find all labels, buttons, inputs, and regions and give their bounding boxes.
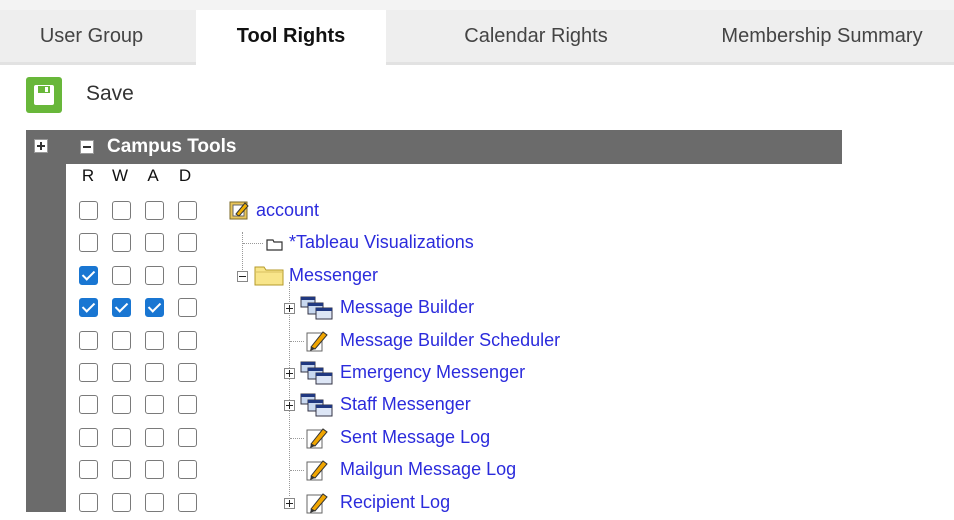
checkbox-r[interactable]: [79, 233, 98, 253]
save-label[interactable]: Save: [86, 82, 134, 106]
tree-item-label[interactable]: Recipient Log: [340, 492, 450, 513]
checkbox-a[interactable]: [145, 201, 164, 220]
left-sidebar: [26, 130, 66, 512]
checkbox-d[interactable]: [178, 395, 197, 415]
top-strip: [0, 0, 954, 10]
expand-all-icon[interactable]: [34, 139, 48, 153]
tree-line: [242, 232, 243, 272]
tree-item-label[interactable]: Staff Messenger: [340, 394, 471, 415]
checkbox-r[interactable]: [79, 395, 98, 415]
checkbox-d[interactable]: [178, 265, 197, 285]
tree-connector: [290, 340, 304, 342]
tree-item-label[interactable]: Message Builder: [340, 297, 474, 318]
checkbox-w[interactable]: [112, 492, 131, 512]
checkbox-d[interactable]: [178, 201, 197, 220]
windows-icon: [300, 361, 334, 390]
checkbox-r[interactable]: [79, 363, 98, 382]
checkbox-a[interactable]: [145, 363, 164, 382]
checkbox-d[interactable]: [178, 233, 197, 253]
edit-doc-icon: [305, 426, 329, 455]
tab-tool-rights[interactable]: Tool Rights: [196, 10, 386, 65]
windows-icon: [300, 393, 334, 422]
checkbox-a[interactable]: [145, 460, 164, 480]
checkbox-w[interactable]: [112, 395, 131, 415]
checkbox-d[interactable]: [178, 363, 197, 382]
checkbox-r[interactable]: [79, 265, 98, 285]
tree-connector: [290, 470, 304, 472]
tree-item-label[interactable]: Emergency Messenger: [340, 362, 525, 383]
checkbox-r[interactable]: [79, 427, 98, 447]
checkbox-r[interactable]: [79, 201, 98, 220]
expand-node-icon[interactable]: [284, 497, 295, 509]
edit-doc-icon: [305, 329, 329, 358]
checkbox-w[interactable]: [112, 201, 131, 220]
checkbox-w[interactable]: [112, 330, 131, 350]
save-button[interactable]: [26, 77, 62, 113]
checkbox-r[interactable]: [79, 492, 98, 512]
checkbox-w[interactable]: [112, 233, 131, 253]
checkbox-r[interactable]: [79, 298, 98, 318]
collapse-node-icon[interactable]: [237, 270, 248, 282]
checkbox-w[interactable]: [112, 265, 131, 285]
expand-node-icon[interactable]: [284, 303, 295, 315]
folder-icon: [254, 264, 284, 291]
tree-item-label[interactable]: Sent Message Log: [340, 427, 490, 448]
edit-doc-icon: [305, 491, 329, 520]
tree-item-label[interactable]: *Tableau Visualizations: [289, 232, 474, 253]
checkbox-a[interactable]: [145, 233, 164, 253]
checkbox-d[interactable]: [178, 330, 197, 350]
checkbox-a[interactable]: [145, 427, 164, 447]
checkbox-r[interactable]: [79, 330, 98, 350]
expand-node-icon[interactable]: [284, 368, 295, 379]
checkbox-a[interactable]: [145, 492, 164, 512]
checkbox-w[interactable]: [112, 363, 131, 382]
column-header-a: A: [147, 166, 159, 185]
tab-calendar-rights[interactable]: Calendar Rights: [402, 10, 670, 62]
column-header-r: R: [81, 166, 95, 185]
checkbox-a[interactable]: [145, 395, 164, 415]
tree-item-label[interactable]: Message Builder Scheduler: [340, 330, 560, 351]
tab-membership-summary[interactable]: Membership Summary: [690, 10, 954, 62]
tree-item-label[interactable]: Mailgun Message Log: [340, 459, 516, 480]
windows-icon: [300, 296, 334, 325]
tab-bar: User Group Tool Rights Calendar Rights M…: [0, 10, 954, 65]
tree-title: Campus Tools: [107, 136, 237, 157]
tree-item-label[interactable]: account: [256, 200, 319, 221]
checkbox-a[interactable]: [145, 265, 164, 285]
checkbox-d[interactable]: [178, 492, 197, 512]
floppy-disk-icon: [34, 85, 54, 105]
checkbox-d[interactable]: [178, 460, 197, 480]
edit-doc-icon: [305, 458, 329, 487]
folder-outline-icon: [266, 237, 284, 256]
tree-connector: [243, 243, 263, 245]
collapse-icon[interactable]: [80, 140, 94, 154]
expand-node-icon[interactable]: [284, 400, 295, 412]
column-header-w: W: [111, 166, 129, 185]
tree-item-label[interactable]: Messenger: [289, 265, 378, 286]
column-header-d: D: [178, 166, 192, 185]
tree-connector: [290, 437, 304, 439]
checkbox-a[interactable]: [145, 330, 164, 350]
checkbox-d[interactable]: [178, 427, 197, 447]
checkbox-w[interactable]: [112, 427, 131, 447]
checkbox-d[interactable]: [178, 298, 197, 318]
checkbox-r[interactable]: [79, 460, 98, 480]
tab-user-group[interactable]: User Group: [0, 10, 183, 62]
checkbox-a[interactable]: [145, 298, 164, 318]
checkbox-w[interactable]: [112, 460, 131, 480]
checkbox-w[interactable]: [112, 298, 131, 318]
account-edit-icon: [228, 199, 250, 226]
tree-header: Campus Tools: [66, 130, 842, 164]
